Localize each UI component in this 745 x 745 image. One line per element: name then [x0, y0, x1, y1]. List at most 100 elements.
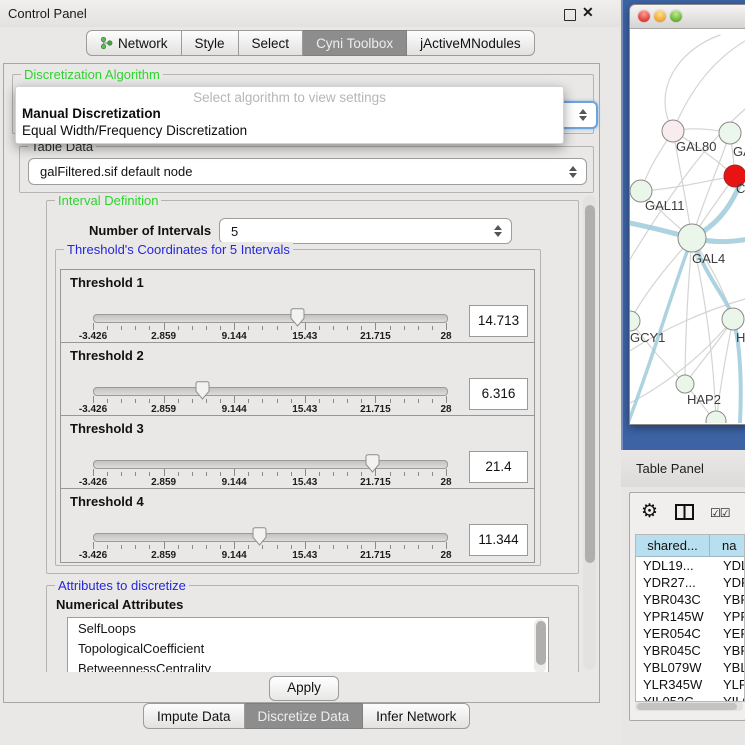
cell-name: YDL1 [716, 557, 744, 574]
cyni-mode-tabs: Impute DataDiscretize DataInfer Network [143, 703, 470, 729]
number-of-intervals-label: Number of Intervals [89, 223, 211, 238]
network-canvas[interactable]: GAL80GACGAL11GAL4GCY1HHAP2 [630, 29, 745, 423]
cell-name: YPR1 [716, 608, 744, 625]
axis-tick-label: 15.43 [292, 331, 317, 342]
table-panel-inner: ⚙ ☑☑ shared... na YDL19...YDL1YDR27...YD… [629, 492, 745, 721]
table-panel-title: Table Panel [636, 461, 704, 476]
axis-tick-label: -3.426 [79, 404, 107, 415]
table-row[interactable]: YBR045CYBR0 [636, 642, 744, 659]
cell-shared-name: YBL079W [636, 659, 716, 676]
network-window-titlebar[interactable] [630, 5, 745, 29]
table-row[interactable]: YBL079WYBL0 [636, 659, 744, 676]
group-title: Discretization Algorithm [21, 67, 163, 82]
column-header[interactable]: na [710, 535, 744, 556]
threshold-value-field[interactable]: 11.344 [469, 524, 528, 556]
panel-scrollbar[interactable] [583, 195, 596, 670]
intervals-value: 5 [220, 224, 238, 239]
threshold-value-field[interactable]: 14.713 [469, 305, 528, 337]
table-columns-icon[interactable] [675, 504, 694, 525]
axis-tick-label: 9.144 [222, 331, 247, 342]
tab-jactivemnodules[interactable]: jActiveMNodules [407, 30, 535, 56]
stepper-arrows-icon [569, 166, 577, 178]
gear-icon[interactable]: ⚙ [641, 502, 658, 522]
cell-shared-name: YLR345W [636, 676, 716, 693]
tab-infer-network[interactable]: Infer Network [363, 703, 470, 729]
table-panel-area: ⚙ ☑☑ shared... na YDL19...YDL1YDR27...YD… [621, 487, 745, 745]
interval-definition-group: Interval Definition Number of Intervals … [46, 200, 579, 574]
network-node-ga[interactable] [719, 122, 741, 144]
tab-impute-data[interactable]: Impute Data [143, 703, 245, 729]
algorithm-option-manual-discretization[interactable]: Manual Discretization [16, 105, 563, 122]
tab-style[interactable]: Style [182, 30, 239, 56]
threshold-panel-3: Threshold 3-3.4262.8599.14415.4321.71528… [60, 415, 535, 490]
cell-name: YIL0 [716, 693, 744, 702]
cell-shared-name: YPR145W [636, 608, 716, 625]
table-row[interactable]: YPR145WYPR1 [636, 608, 744, 625]
node-label: GA [733, 144, 745, 159]
float-window-icon[interactable] [564, 9, 576, 21]
table-header-row: shared... na [636, 535, 744, 557]
network-node-gcy1[interactable] [630, 311, 640, 331]
cell-name: YER0 [716, 625, 744, 642]
algorithm-option-equal-width-frequency-discretization[interactable]: Equal Width/Frequency Discretization [16, 122, 563, 139]
network-icon [100, 36, 113, 50]
minimize-traffic-light[interactable] [654, 10, 666, 22]
tab-cyni-toolbox[interactable]: Cyni Toolbox [303, 30, 407, 56]
apply-button[interactable]: Apply [269, 676, 339, 701]
axis-tick-label: 15.43 [292, 550, 317, 561]
network-edge [630, 238, 692, 321]
tab-network[interactable]: Network [86, 30, 182, 56]
table-row[interactable]: YDL19...YDL1 [636, 557, 744, 574]
cell-name: YBR0 [716, 642, 744, 659]
table-row[interactable]: YER054CYER0 [636, 625, 744, 642]
threshold-slider-1[interactable]: -3.4262.8599.14415.4321.71528 [93, 307, 446, 341]
threshold-value-field[interactable]: 6.316 [469, 378, 528, 410]
network-node-hap2[interactable] [676, 375, 694, 393]
checkboxes-icon[interactable]: ☑☑ [710, 506, 730, 520]
table-row[interactable]: YLR345WYLR3 [636, 676, 744, 693]
control-panel-titlebar: Control Panel ✕ [0, 0, 620, 27]
attribute-item-topologicalcoefficient[interactable]: TopologicalCoefficient [68, 638, 548, 658]
node-label: GAL11 [645, 198, 685, 213]
axis-tick-label: -3.426 [79, 477, 107, 488]
tab-select[interactable]: Select [239, 30, 304, 56]
cell-shared-name: YDR27... [636, 574, 716, 591]
network-view-window: GAL80GACGAL11GAL4GCY1HHAP2 [629, 4, 745, 425]
table-row[interactable]: YBR043CYBR0 [636, 591, 744, 608]
panel-title: Control Panel [8, 6, 87, 21]
axis-tick-label: 2.859 [151, 550, 176, 561]
cell-shared-name: YIL052C [636, 693, 716, 702]
table-row[interactable]: YDR27...YDR2 [636, 574, 744, 591]
column-header[interactable]: shared... [636, 535, 710, 556]
threshold-slider-3[interactable]: -3.4262.8599.14415.4321.71528 [93, 453, 446, 487]
axis-tick-label: -3.426 [79, 331, 107, 342]
numerical-attributes-label: Numerical Attributes [56, 597, 183, 612]
tab-label: Style [195, 36, 225, 51]
zoom-traffic-light[interactable] [670, 10, 682, 22]
network-node-h[interactable] [722, 308, 744, 330]
close-icon[interactable]: ✕ [582, 4, 594, 21]
tab-discretize-data[interactable]: Discretize Data [245, 703, 364, 729]
table-hscrollbar[interactable] [635, 702, 743, 711]
threshold-slider-4[interactable]: -3.4262.8599.14415.4321.71528 [93, 526, 446, 560]
axis-tick-label: 28 [440, 404, 451, 415]
node-label: C [736, 181, 745, 196]
node-label: HAP2 [687, 392, 721, 407]
threshold-slider-2[interactable]: -3.4262.8599.14415.4321.71528 [93, 380, 446, 414]
number-of-intervals-combobox[interactable]: 5 [219, 218, 512, 244]
table-data-group: Table Data galFiltered.sif default node [19, 146, 594, 193]
cell-shared-name: YER054C [636, 625, 716, 642]
axis-tick-label: 28 [440, 331, 451, 342]
close-traffic-light[interactable] [638, 10, 650, 22]
cell-name: YLR3 [716, 676, 744, 693]
network-node-gal4[interactable] [678, 224, 706, 252]
attribute-item-selfloops[interactable]: SelfLoops [68, 618, 548, 638]
table-data-combobox[interactable]: galFiltered.sif default node [28, 158, 587, 185]
list-scrollbar[interactable] [534, 619, 546, 672]
threshold-value-field[interactable]: 21.4 [469, 451, 528, 483]
attribute-item-betweennesscentrality[interactable]: BetweennessCentrality [68, 658, 548, 672]
axis-tick-label: 21.715 [360, 404, 391, 415]
axis-tick-label: 21.715 [360, 477, 391, 488]
table-row[interactable]: YIL052CYIL0 [636, 693, 744, 702]
thresholds-group: Threshold's Coordinates for 5 Intervals … [55, 249, 541, 566]
